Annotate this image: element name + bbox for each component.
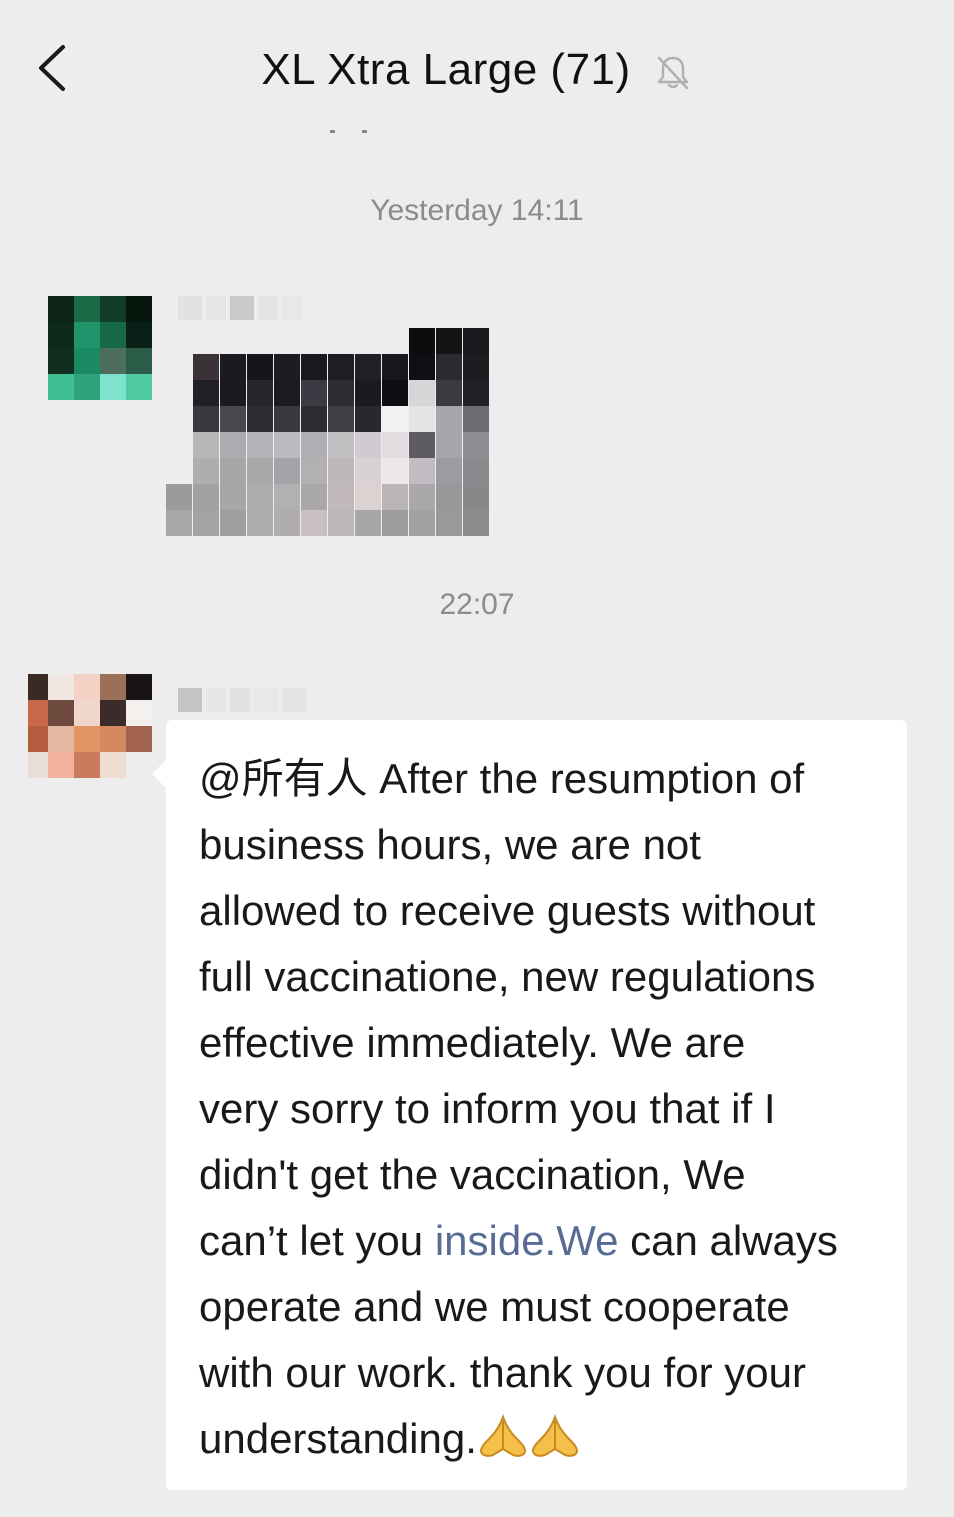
message-line: business hours, we are not bbox=[199, 812, 877, 878]
message-line: with our work. thank you for your bbox=[199, 1340, 877, 1406]
folded-hands-icon bbox=[529, 1412, 581, 1478]
timestamp: Yesterday 14:11 bbox=[370, 194, 584, 227]
avatar[interactable] bbox=[28, 674, 152, 778]
chat-screen: XL Xtra Large (71) Yesterday 14:11 22:07… bbox=[0, 0, 954, 1517]
title-wrap: XL Xtra Large (71) bbox=[0, 40, 954, 100]
bell-muted-icon bbox=[657, 56, 688, 90]
message-line: very sorry to inform you that if I bbox=[199, 1076, 877, 1142]
text-span: very sorry to inform you that if I bbox=[199, 1085, 776, 1132]
sender-name bbox=[178, 688, 306, 712]
text-span: allowed to receive guests without bbox=[199, 887, 816, 934]
avatar[interactable] bbox=[48, 296, 152, 400]
timestamp: 22:07 bbox=[439, 588, 515, 621]
chat-title[interactable]: XL Xtra Large (71) bbox=[261, 45, 630, 95]
message-line: effective immediately. We are bbox=[199, 1010, 877, 1076]
folded-hands-icon bbox=[477, 1412, 529, 1478]
text-span: understanding. bbox=[199, 1415, 477, 1462]
message-bubble[interactable]: @所有人 After the resumption of business hou… bbox=[152, 720, 907, 1490]
inline-link[interactable]: inside.We bbox=[435, 1217, 619, 1264]
image-message[interactable] bbox=[166, 328, 490, 536]
text-span: full vaccinatione, new regulations bbox=[199, 953, 816, 1000]
message-line: allowed to receive guests without bbox=[199, 878, 877, 944]
blur-dots bbox=[330, 130, 367, 133]
text-span: business hours, we are not bbox=[199, 821, 701, 868]
text-span: didn't get the vaccination, We bbox=[199, 1151, 746, 1198]
text-span: can’t let you bbox=[199, 1217, 435, 1264]
chat-header: XL Xtra Large (71) bbox=[0, 0, 954, 140]
message-line: @所有人 After the resumption of bbox=[199, 746, 877, 812]
text-span: can always bbox=[618, 1217, 838, 1264]
sender-name bbox=[178, 296, 302, 320]
message-text: @所有人 After the resumption of business hou… bbox=[199, 746, 877, 1478]
text-span: @所有人 After the resumption of bbox=[199, 755, 805, 802]
message-line: operate and we must cooperate bbox=[199, 1274, 877, 1340]
text-span: operate and we must cooperate bbox=[199, 1283, 790, 1330]
message-line: can’t let you inside.We can always bbox=[199, 1208, 877, 1274]
message-line: full vaccinatione, new regulations bbox=[199, 944, 877, 1010]
text-span: effective immediately. We are bbox=[199, 1019, 746, 1066]
text-span: with our work. thank you for your bbox=[199, 1349, 806, 1396]
message-line: understanding. bbox=[199, 1406, 877, 1478]
message-line: didn't get the vaccination, We bbox=[199, 1142, 877, 1208]
